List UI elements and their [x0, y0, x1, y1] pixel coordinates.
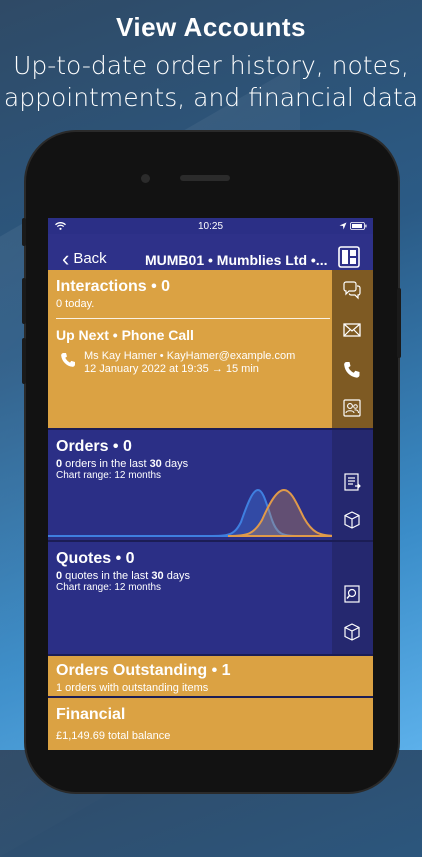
interactions-card[interactable]: Interactions • 0 0 today. Up Next • Phon…	[48, 270, 373, 428]
chevron-left-icon: ‹	[62, 246, 70, 271]
interactions-main[interactable]: Interactions • 0 0 today. Up Next • Phon…	[48, 270, 332, 428]
phone-mute-switch	[22, 218, 26, 246]
chat-icon[interactable]	[342, 280, 362, 300]
phone-volume-down	[22, 338, 26, 384]
orders-summary: 0 orders in the last 30 days	[56, 458, 188, 470]
phone-call-icon[interactable]	[342, 360, 362, 380]
phone-volume-up	[22, 278, 26, 324]
quotes-card[interactable]: Quotes • 0 0 quotes in the last 30 days …	[48, 542, 373, 654]
promo-title: View Accounts	[116, 12, 306, 42]
order-list-icon[interactable]	[342, 472, 362, 492]
quotes-summary: 0 quotes in the last 30 days	[56, 570, 190, 582]
dashboard-layout-icon[interactable]	[338, 246, 360, 268]
quotes-summary-text-a: quotes in the last	[62, 570, 152, 582]
status-time: 10:25	[197, 221, 224, 232]
phone-power-button	[397, 288, 401, 358]
box-icon[interactable]	[342, 622, 362, 642]
interactions-title: Interactions • 0	[56, 278, 171, 295]
financial-title: Financial	[56, 706, 126, 723]
mail-icon[interactable]	[342, 320, 362, 340]
contact-details: Ms Kay Hamer • KayHamer@example.com	[84, 350, 296, 362]
phone-icon	[61, 353, 75, 367]
quotes-action-rail	[332, 542, 373, 654]
quotes-title: Quotes • 0	[56, 550, 135, 567]
promo-subtitle-line-2: appointments, and financial data	[3, 83, 419, 112]
quotes-chart-range: Chart range: 12 months	[56, 582, 162, 593]
quote-search-icon[interactable]	[342, 584, 362, 604]
app-screen: 10:25 ‹ Back MUMB01 • Mumblies Ltd •... …	[48, 218, 373, 750]
promo-subtitle: Up-to-date order history, notes, appoint…	[0, 50, 422, 114]
financial-balance: £1,149.69 total balance	[56, 730, 171, 742]
promo-subtitle-line-1: Up-to-date order history, notes,	[13, 51, 409, 80]
orders-days: 30	[149, 458, 162, 470]
divider	[56, 318, 330, 319]
quotes-main[interactable]: Quotes • 0 0 quotes in the last 30 days …	[48, 542, 332, 654]
orders-summary-text-b: days	[161, 458, 189, 470]
orders-main[interactable]: Orders • 0 0 orders in the last 30 days …	[48, 430, 373, 540]
interactions-action-rail	[332, 270, 373, 428]
battery-icon	[350, 222, 367, 230]
contacts-icon[interactable]	[342, 398, 362, 418]
location-arrow-icon	[339, 222, 347, 230]
orders-outstanding-subtitle: 1 orders with outstanding items	[56, 682, 209, 694]
quotes-days: 30	[151, 570, 164, 582]
financial-card[interactable]: Financial £1,149.69 total balance	[48, 698, 373, 750]
back-button[interactable]: ‹ Back	[62, 246, 107, 271]
orders-summary-text-a: orders in the last	[62, 458, 150, 470]
phone-speaker	[180, 175, 230, 181]
orders-action-rail	[332, 430, 373, 540]
back-label: Back	[73, 250, 107, 267]
quotes-summary-text-b: days	[163, 570, 190, 582]
orders-sparkline-chart	[48, 488, 373, 537]
interactions-subtitle: 0 today.	[56, 298, 95, 310]
nav-title: MUMB01 • Mumblies Ltd •...	[145, 252, 328, 268]
orders-title: Orders • 0	[56, 438, 132, 455]
up-next-title: Up Next • Phone Call	[56, 327, 194, 343]
orders-outstanding-card[interactable]: Orders Outstanding • 1 1 orders with out…	[48, 656, 373, 696]
phone-camera	[141, 174, 150, 183]
appointment-time: 12 January 2022 at 19:35 → 15 min	[84, 363, 259, 375]
orders-outstanding-title: Orders Outstanding • 1	[56, 662, 231, 679]
orders-card[interactable]: Orders • 0 0 orders in the last 30 days …	[48, 430, 373, 540]
status-bar: 10:25	[48, 218, 373, 234]
box-icon[interactable]	[342, 510, 362, 530]
